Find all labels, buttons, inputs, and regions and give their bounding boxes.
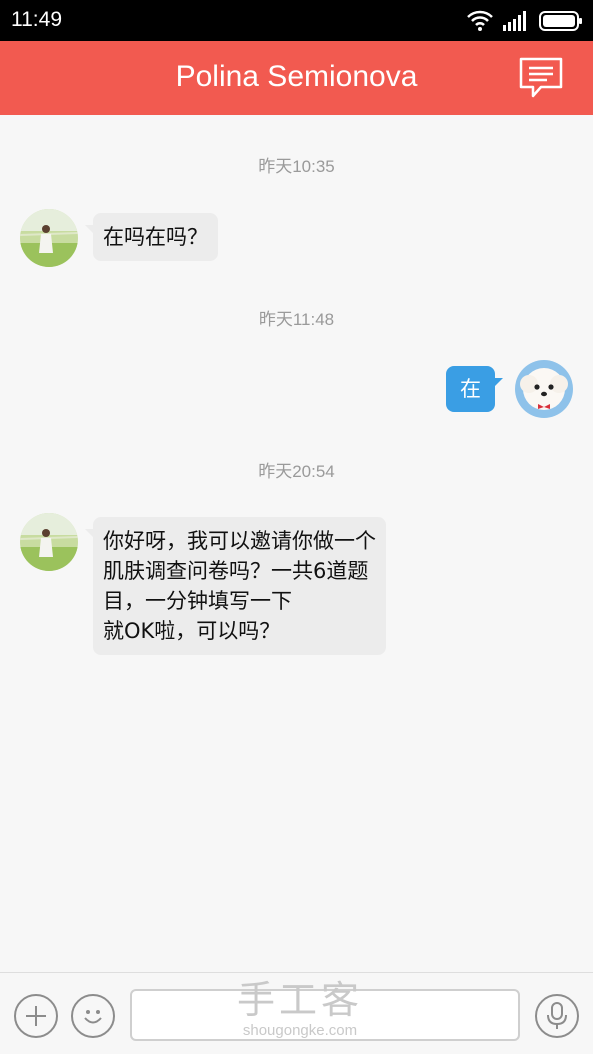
message-text-line: 你好呀，我可以邀请你做一个: [103, 529, 376, 553]
contact-avatar[interactable]: [20, 209, 78, 267]
compose-message-button[interactable]: [517, 56, 565, 100]
message-text-line: 目，一分钟填写一下: [103, 589, 292, 613]
message-timestamp: 昨天11:48: [258, 310, 335, 329]
signal-icon: [503, 11, 526, 31]
contact-avatar[interactable]: [20, 513, 78, 571]
my-avatar[interactable]: [515, 360, 573, 418]
chat-area[interactable]: 昨天10:35 在吗在吗？ 昨天11:48 在 昨天20:54 你好呀，我可以邀…: [0, 115, 593, 972]
emoji-button[interactable]: [71, 994, 115, 1038]
status-icons: [467, 8, 583, 34]
status-time: 11:49: [11, 8, 62, 31]
message-text: 在: [460, 377, 481, 401]
microphone-icon: [547, 1002, 567, 1029]
message-timestamp: 昨天10:35: [258, 157, 335, 176]
compose-message-icon: [519, 57, 563, 98]
incoming-message-bubble[interactable]: 在吗在吗？: [85, 213, 218, 261]
message-input-bar: [0, 972, 593, 1054]
message-text-input[interactable]: [130, 989, 520, 1041]
contact-name-title: Polina Semionova: [175, 60, 418, 93]
voice-input-button[interactable]: [535, 994, 579, 1038]
status-bar: 11:49: [0, 0, 593, 41]
wifi-icon: [467, 10, 493, 31]
battery-icon: [539, 11, 582, 31]
outgoing-message-bubble[interactable]: 在: [446, 366, 503, 412]
message-timestamp: 昨天20:54: [258, 462, 335, 481]
message-text-line: 肌肤调查问卷吗？一共6道题: [103, 559, 369, 583]
incoming-message-bubble[interactable]: 你好呀，我可以邀请你做一个 肌肤调查问卷吗？一共6道题 目，一分钟填写一下 就O…: [85, 517, 386, 655]
plus-icon: [26, 1006, 46, 1026]
message-text: 在吗在吗？: [103, 225, 208, 249]
smiley-icon: [84, 1010, 102, 1024]
app-bar: Polina Semionova: [0, 41, 593, 115]
message-text-line: 就OK啦，可以吗？: [103, 619, 281, 643]
add-attachment-button[interactable]: [14, 994, 58, 1038]
